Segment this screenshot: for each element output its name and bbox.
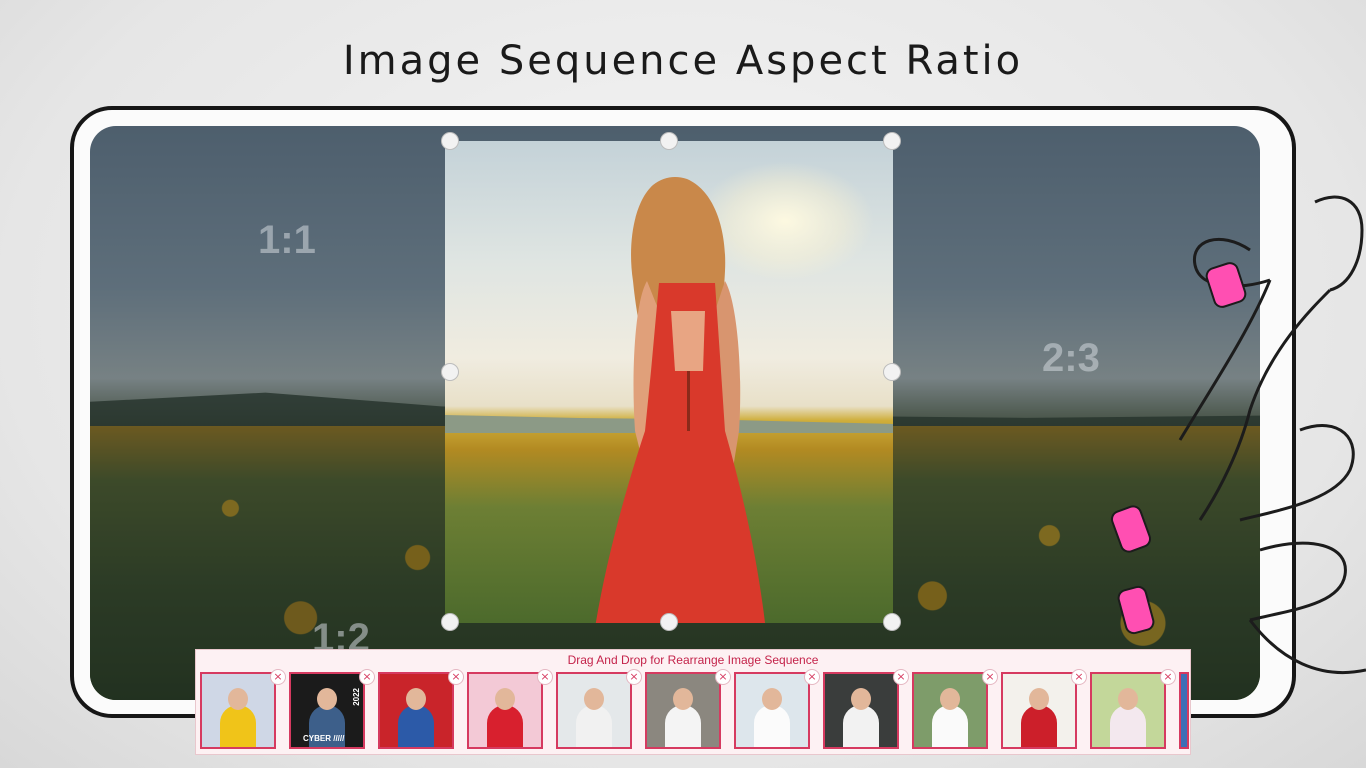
remove-thumbnail-button[interactable]: × [359, 669, 375, 685]
thumbnail-face [317, 688, 337, 710]
thumbnail-face [762, 688, 782, 710]
thumbnail-figure [220, 705, 256, 747]
crop-handle-middle-left[interactable] [441, 363, 459, 381]
thumbnail-item[interactable] [200, 672, 276, 749]
crop-handle-top-right[interactable] [883, 132, 901, 150]
thumbnail-item[interactable] [734, 672, 810, 749]
thumbnail-face [1118, 688, 1138, 710]
thumbnail-item[interactable] [645, 672, 721, 749]
thumbnail-item[interactable] [378, 672, 454, 749]
thumbnail-face [940, 688, 960, 710]
thumbnail-figure [398, 705, 434, 747]
thumbnail-item[interactable] [912, 672, 988, 749]
thumbnail-face [673, 688, 693, 710]
thumbnail-item[interactable] [467, 672, 543, 749]
crop-handle-top-center[interactable] [660, 132, 678, 150]
remove-thumbnail-button[interactable]: × [715, 669, 731, 685]
strip-instructions: Drag And Drop for Rearrange Image Sequen… [567, 653, 819, 667]
hand-illustration [1110, 195, 1366, 675]
crop-handle-top-left[interactable] [441, 132, 459, 150]
thumbnail-item-partial[interactable] [1179, 672, 1189, 749]
thumbnail-figure [1110, 705, 1146, 747]
remove-thumbnail-button[interactable]: × [448, 669, 464, 685]
woman-in-red-dress [595, 177, 766, 623]
thumbnail-figure [665, 705, 701, 747]
remove-thumbnail-button[interactable]: × [537, 669, 553, 685]
thumbnail-item[interactable] [1001, 672, 1077, 749]
remove-thumbnail-button[interactable]: × [893, 669, 909, 685]
crop-handle-middle-right[interactable] [883, 363, 901, 381]
thumbnail-item[interactable] [1090, 672, 1166, 749]
remove-thumbnail-button[interactable]: × [1071, 669, 1087, 685]
thumbnail-figure [754, 705, 790, 747]
crop-handle-bottom-left[interactable] [441, 613, 459, 631]
remove-thumbnail-button[interactable]: × [626, 669, 642, 685]
thumbnail-face [228, 688, 248, 710]
thumbnail-year: 2022 [352, 688, 361, 706]
thumbnail-face [1029, 688, 1049, 710]
thumbnail-caption: CYBER ///// [303, 734, 345, 743]
crop-region[interactable] [445, 141, 893, 623]
thumbnail-figure [1021, 705, 1057, 747]
remove-thumbnail-button[interactable]: × [982, 669, 998, 685]
thumbnail-item[interactable]: CYBER ///// 2022 [289, 672, 365, 749]
thumbnail-list: × CYBER ///// 2022 × × × × × × × × × × [200, 669, 1190, 752]
page-headline: Image Sequence Aspect Ratio [342, 38, 1024, 84]
thumbnail-face [495, 688, 515, 710]
thumbnail-item[interactable] [823, 672, 899, 749]
thumbnail-item[interactable] [556, 672, 632, 749]
crop-handle-bottom-right[interactable] [883, 613, 901, 631]
thumbnail-figure [487, 705, 523, 747]
thumbnail-face [851, 688, 871, 710]
remove-thumbnail-button[interactable]: × [1160, 669, 1176, 685]
thumbnail-figure [843, 705, 879, 747]
ratio-label-2-3[interactable]: 2:3 [1042, 336, 1100, 381]
thumbnail-face [584, 688, 604, 710]
remove-thumbnail-button[interactable]: × [804, 669, 820, 685]
image-sequence-strip: Drag And Drop for Rearrange Image Sequen… [195, 649, 1191, 755]
ratio-label-1-1[interactable]: 1:1 [258, 218, 316, 263]
thumbnail-figure [576, 705, 612, 747]
thumbnail-face [406, 688, 426, 710]
crop-handle-bottom-center[interactable] [660, 613, 678, 631]
thumbnail-figure [932, 705, 968, 747]
remove-thumbnail-button[interactable]: × [270, 669, 286, 685]
